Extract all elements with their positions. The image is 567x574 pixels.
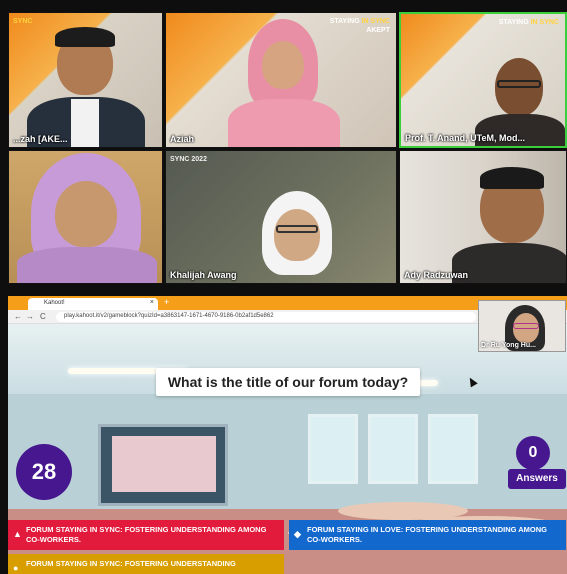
banner-highlight: IN SYNC xyxy=(530,19,559,26)
participant-body xyxy=(17,247,157,283)
reload-button[interactable]: C xyxy=(40,312,46,321)
classroom-wall xyxy=(8,394,567,514)
countdown-timer: 28 xyxy=(16,444,72,500)
banner-text: SYNC 2022 xyxy=(170,156,207,163)
question-title: What is the title of our forum today? xyxy=(156,368,420,396)
glasses xyxy=(497,80,541,88)
participant-face xyxy=(55,181,117,247)
banner-prefix: STAYING xyxy=(329,18,360,25)
answer-option-red[interactable]: ▲ FORUM STAYING IN SYNC: FOSTERING UNDER… xyxy=(8,520,284,550)
event-banner: STAYING IN SYNC AKEPT xyxy=(330,17,390,35)
participant-name: Prof. T. Anand, UTeM, Mod... xyxy=(405,133,525,143)
projector-screen xyxy=(112,436,216,492)
classroom-window xyxy=(308,414,358,484)
participant-tile[interactable]: STAYING IN SYNC AKEPT Aziah xyxy=(165,12,397,148)
answers-button[interactable]: Answers xyxy=(508,469,566,489)
answer-text: FORUM STAYING IN LOVE: FOSTERING UNDERST… xyxy=(307,525,548,544)
classroom-window xyxy=(368,414,418,484)
participant-name: Khalijah Awang xyxy=(170,270,237,280)
answer-option-yellow[interactable]: ● FORUM STAYING IN SYNC: FOSTERING UNDER… xyxy=(8,554,284,574)
participant-face xyxy=(262,41,304,89)
participant-hair xyxy=(55,27,115,47)
event-banner: STAYING IN SYNC xyxy=(499,18,559,27)
participant-name: Ady Radzuwan xyxy=(404,270,469,280)
kahoot-favicon-icon xyxy=(32,301,38,307)
new-tab-button[interactable]: + xyxy=(164,297,169,307)
participant-tile-active[interactable]: STAYING IN SYNC Prof. T. Anand, UTeM, Mo… xyxy=(399,12,567,148)
banner-prefix: STAYING xyxy=(498,19,529,26)
participant-name: Dr Ru Yong Hu... xyxy=(481,342,536,349)
address-bar[interactable]: play.kahoot.it/v2/gameblock?quizId=a3863… xyxy=(56,312,476,322)
triangle-icon: ▲ xyxy=(13,529,22,539)
participant-face xyxy=(274,209,320,261)
glasses xyxy=(276,225,318,233)
answer-option-blue[interactable]: ◆ FORUM STAYING IN LOVE: FOSTERING UNDER… xyxy=(289,520,566,550)
circle-icon: ● xyxy=(13,563,19,573)
participant-tile[interactable] xyxy=(8,150,163,284)
participant-hair xyxy=(480,167,544,189)
participant-name: Aziah xyxy=(170,134,195,144)
forward-button[interactable]: → xyxy=(26,312,34,321)
participant-tile[interactable]: Ady Radzuwan xyxy=(399,150,567,284)
banner-sub: AKEPT xyxy=(366,27,390,34)
answers-count: 0 xyxy=(516,436,550,470)
classroom-window xyxy=(428,414,478,484)
diamond-icon: ◆ xyxy=(294,529,301,539)
meeting-window: SYNC ...zah [AKE... STAYING IN SYNC AKEP… xyxy=(0,0,567,574)
close-tab-icon[interactable]: × xyxy=(150,299,154,306)
participant-tile[interactable]: SYNC 2022 Khalijah Awang xyxy=(165,150,397,284)
answer-text: FORUM STAYING IN SYNC: FOSTERING UNDERST… xyxy=(26,559,236,568)
back-button[interactable]: ← xyxy=(14,312,22,321)
participant-body xyxy=(228,99,340,147)
tab-title: Kahoot! xyxy=(44,300,65,306)
video-grid: SYNC ...zah [AKE... STAYING IN SYNC AKEP… xyxy=(8,12,567,284)
banner-text: SYNC xyxy=(13,18,33,25)
browser-tab[interactable]: Kahoot! × xyxy=(28,298,158,310)
presenter-video[interactable]: Dr Ru Yong Hu... xyxy=(478,300,566,352)
banner-highlight: IN SYNC xyxy=(361,18,390,25)
participant-name: ...zah [AKE... xyxy=(13,134,68,144)
participant-body xyxy=(452,243,566,283)
glasses xyxy=(513,323,539,329)
shirt xyxy=(71,99,99,147)
answer-text: FORUM STAYING IN SYNC: FOSTERING UNDERST… xyxy=(26,525,267,544)
participant-tile[interactable]: SYNC ...zah [AKE... xyxy=(8,12,163,148)
